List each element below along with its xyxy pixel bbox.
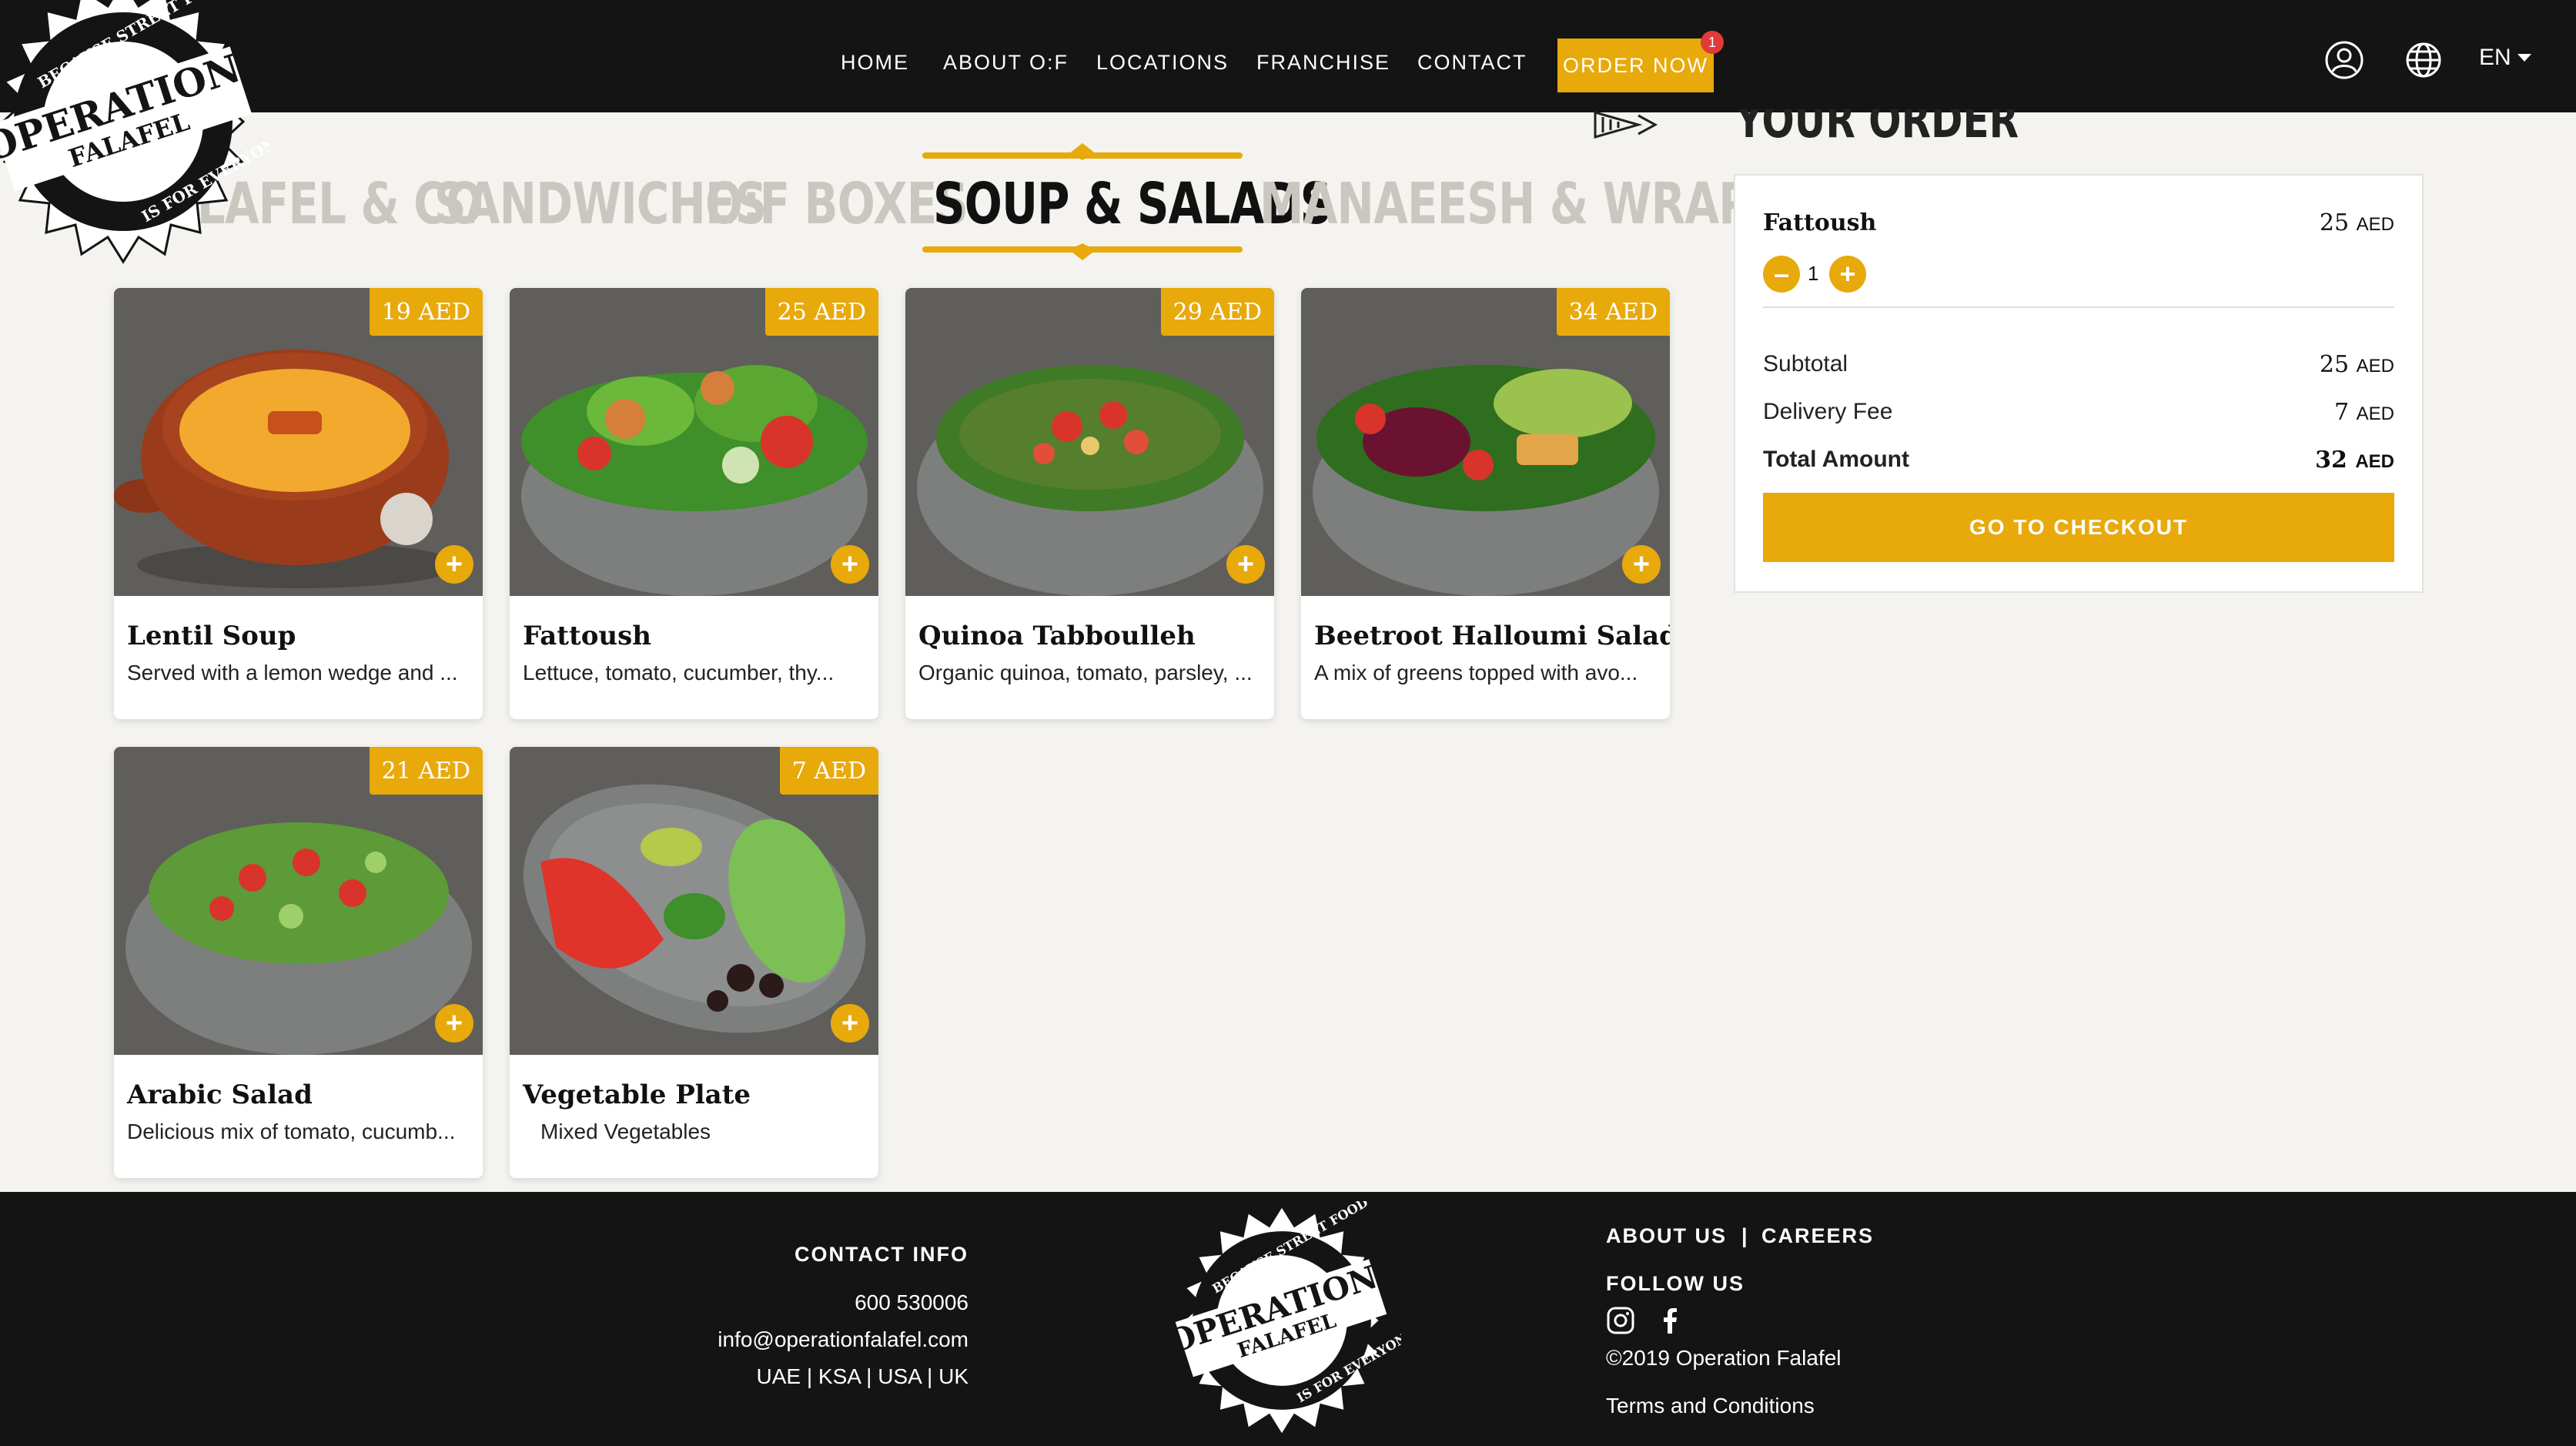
subtotal-value: 25 AED (2319, 351, 2394, 378)
delivery-fee-value: 7 AED (2334, 399, 2394, 426)
quantity-increase-button[interactable]: + (1829, 256, 1866, 293)
copyright-text: ©2019 Operation Falafel (1606, 1346, 1842, 1370)
product-description: Delicious mix of tomato, cucumb... (127, 1120, 456, 1143)
product-card[interactable]: 29 AED + Quinoa Tabboulleh Organic quino… (905, 288, 1274, 719)
product-description: A mix of greens topped with avo... (1314, 661, 1638, 685)
user-account-icon[interactable] (2324, 40, 2364, 80)
price-tag: 7 AED (779, 747, 878, 795)
terms-link[interactable]: Terms and Conditions (1606, 1394, 1815, 1418)
product-name: Quinoa Tabboulleh (918, 621, 1196, 651)
product-name: Beetroot Halloumi Salad (1314, 621, 1670, 651)
checkout-button[interactable]: GO TO CHECKOUT (1763, 493, 2394, 562)
follow-us-heading: FOLLOW US (1606, 1272, 1745, 1295)
add-to-cart-button[interactable]: + (435, 1004, 473, 1043)
contact-email[interactable]: info@operationfalafel.com (718, 1327, 969, 1352)
product-description: Lettuce, tomato, cucumber, thy... (523, 661, 835, 685)
product-description: Organic quinoa, tomato, parsley, ... (918, 661, 1253, 685)
subtotal-label: Subtotal (1763, 351, 1848, 377)
add-to-cart-button[interactable]: + (1226, 545, 1265, 584)
cart-count-badge: 1 (1701, 31, 1724, 54)
product-card[interactable]: 7 AED + Vegetable Plate Mixed Vegetables (510, 747, 878, 1178)
tab-of-boxes[interactable]: O:F BOXES (705, 171, 969, 237)
footer-separator: | (1741, 1224, 1749, 1247)
footer-about-link[interactable]: ABOUT US (1606, 1224, 1727, 1248)
contact-phone[interactable]: 600 530006 (855, 1290, 969, 1315)
delivery-fee-label: Delivery Fee (1763, 399, 1893, 424)
product-card[interactable]: 34 AED + Beetroot Halloumi Salad A mix o… (1301, 288, 1670, 719)
product-name: Lentil Soup (127, 621, 296, 651)
add-to-cart-button[interactable]: + (831, 1004, 869, 1043)
chevron-down-icon (2517, 54, 2531, 62)
order-summary-panel: Fattoush 25 AED – 1 + Subtotal 25 AED De… (1734, 174, 2424, 593)
nav-home[interactable]: HOME (841, 51, 909, 75)
language-label: EN (2479, 45, 2511, 70)
price-tag: 19 AED (369, 288, 483, 336)
contact-countries: UAE | KSA | USA | UK (756, 1364, 969, 1388)
product-description: Served with a lemon wedge and ... (127, 661, 458, 685)
total-amount-value: 32 AED (2315, 447, 2394, 474)
language-selector[interactable]: EN (2479, 45, 2531, 71)
globe-icon[interactable] (2404, 40, 2444, 80)
order-now-button[interactable]: ORDER NOW (1557, 38, 1714, 92)
quantity-decrease-button[interactable]: – (1763, 256, 1800, 293)
nav-franchise[interactable]: FRANCHISE (1256, 51, 1390, 75)
price-tag: 34 AED (1556, 288, 1670, 336)
arrow-doodle-icon (1594, 111, 1658, 139)
add-to-cart-button[interactable]: + (435, 545, 473, 584)
nav-about[interactable]: ABOUT O:F (943, 51, 1069, 75)
product-name: Fattoush (523, 621, 651, 651)
order-item-name: Fattoush (1763, 209, 1877, 236)
order-divider (1763, 306, 2394, 308)
instagram-icon[interactable] (1606, 1306, 1635, 1335)
price-tag: 21 AED (369, 747, 483, 795)
product-card[interactable]: 19 AED + Lentil Soup Served with a lemon… (114, 288, 483, 719)
add-to-cart-button[interactable]: + (831, 545, 869, 584)
nav-contact[interactable]: CONTACT (1417, 51, 1527, 75)
order-item-price: 25 AED (2319, 209, 2394, 236)
facebook-icon[interactable] (1655, 1306, 1684, 1335)
footer-careers-link[interactable]: CAREERS (1761, 1224, 1874, 1248)
contact-info-heading: CONTACT INFO (795, 1243, 969, 1266)
product-description: Mixed Vegetables (540, 1120, 711, 1143)
price-tag: 29 AED (1160, 288, 1274, 336)
product-card[interactable]: 25 AED + Fattoush Lettuce, tomato, cucum… (510, 288, 878, 719)
main-nav: HOME ABOUT O:F LOCATIONS FRANCHISE CONTA… (0, 0, 2576, 112)
tab-manaeesh-wraps[interactable]: MANAEESH & WRAPS (1260, 171, 1782, 237)
product-name: Arabic Salad (127, 1079, 313, 1110)
quantity-value: 1 (1808, 262, 1819, 285)
add-to-cart-button[interactable]: + (1622, 545, 1661, 584)
product-card[interactable]: 21 AED + Arabic Salad Delicious mix of t… (114, 747, 483, 1178)
total-amount-label: Total Amount (1763, 447, 1909, 472)
product-name: Vegetable Plate (523, 1079, 751, 1110)
price-tag: 25 AED (764, 288, 878, 336)
footer-logo[interactable]: OPERATION: FALAFEL BECAUSE STREET FOOD I… (1163, 1201, 1401, 1440)
operation-falafel-logo[interactable]: OPERATION: FALAFEL BECAUSE STREET FOOD I… (0, 0, 269, 268)
nav-locations[interactable]: LOCATIONS (1096, 51, 1229, 75)
